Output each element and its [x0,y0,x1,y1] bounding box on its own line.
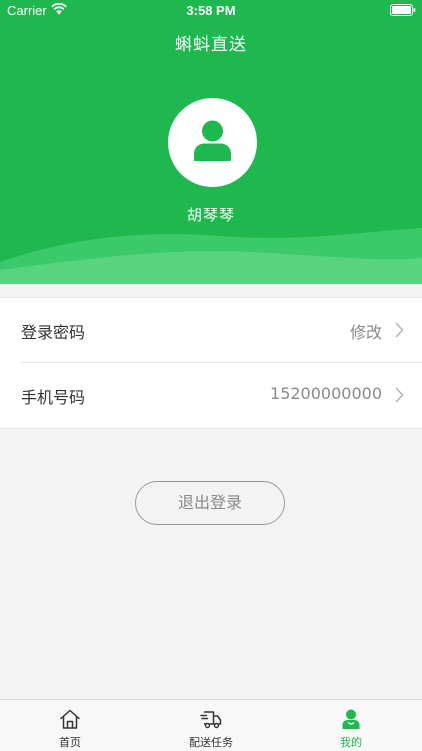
phone-label: 手机号码 [21,388,86,407]
battery-icon [390,4,416,16]
status-bar: Carrier 3:58 PM [0,0,422,22]
password-label: 登录密码 [21,323,86,342]
chevron-right-icon [395,387,404,403]
password-change-link[interactable]: 修改 [350,319,382,343]
tab-delivery-tasks-label: 配送任务 [189,736,233,749]
tab-delivery-tasks[interactable]: 配送任务 [141,700,281,751]
clock: 3:58 PM [186,3,236,18]
tab-mine-label: 我的 [340,736,362,749]
logout-button[interactable]: 退出登录 [135,481,285,525]
settings-row-phone[interactable]: 手机号码 15200000000 [0,363,422,428]
home-icon [60,709,80,729]
profile-header: Carrier 3:58 PM 蝌蚪直送 胡琴琴 [0,0,422,284]
user-silhouette-icon [194,120,231,161]
user-name: 胡琴琴 [186,206,235,224]
account-settings-list: 登录密码 修改 手机号码 15200000000 [0,297,422,429]
settings-row-password[interactable]: 登录密码 修改 [0,298,422,363]
tab-home-label: 首页 [59,736,81,749]
tab-home[interactable]: 首页 [0,700,140,751]
phone-number-value: 15200000000 [270,384,382,403]
profile-icon [342,709,360,729]
delivery-truck-icon [200,711,222,729]
chevron-right-icon [395,322,404,338]
avatar[interactable] [168,98,257,187]
tab-mine[interactable]: 我的 [281,700,421,751]
tab-bar: 首页 配送任务 我的 [0,699,422,751]
app-title: 蝌蚪直送 [175,35,247,55]
